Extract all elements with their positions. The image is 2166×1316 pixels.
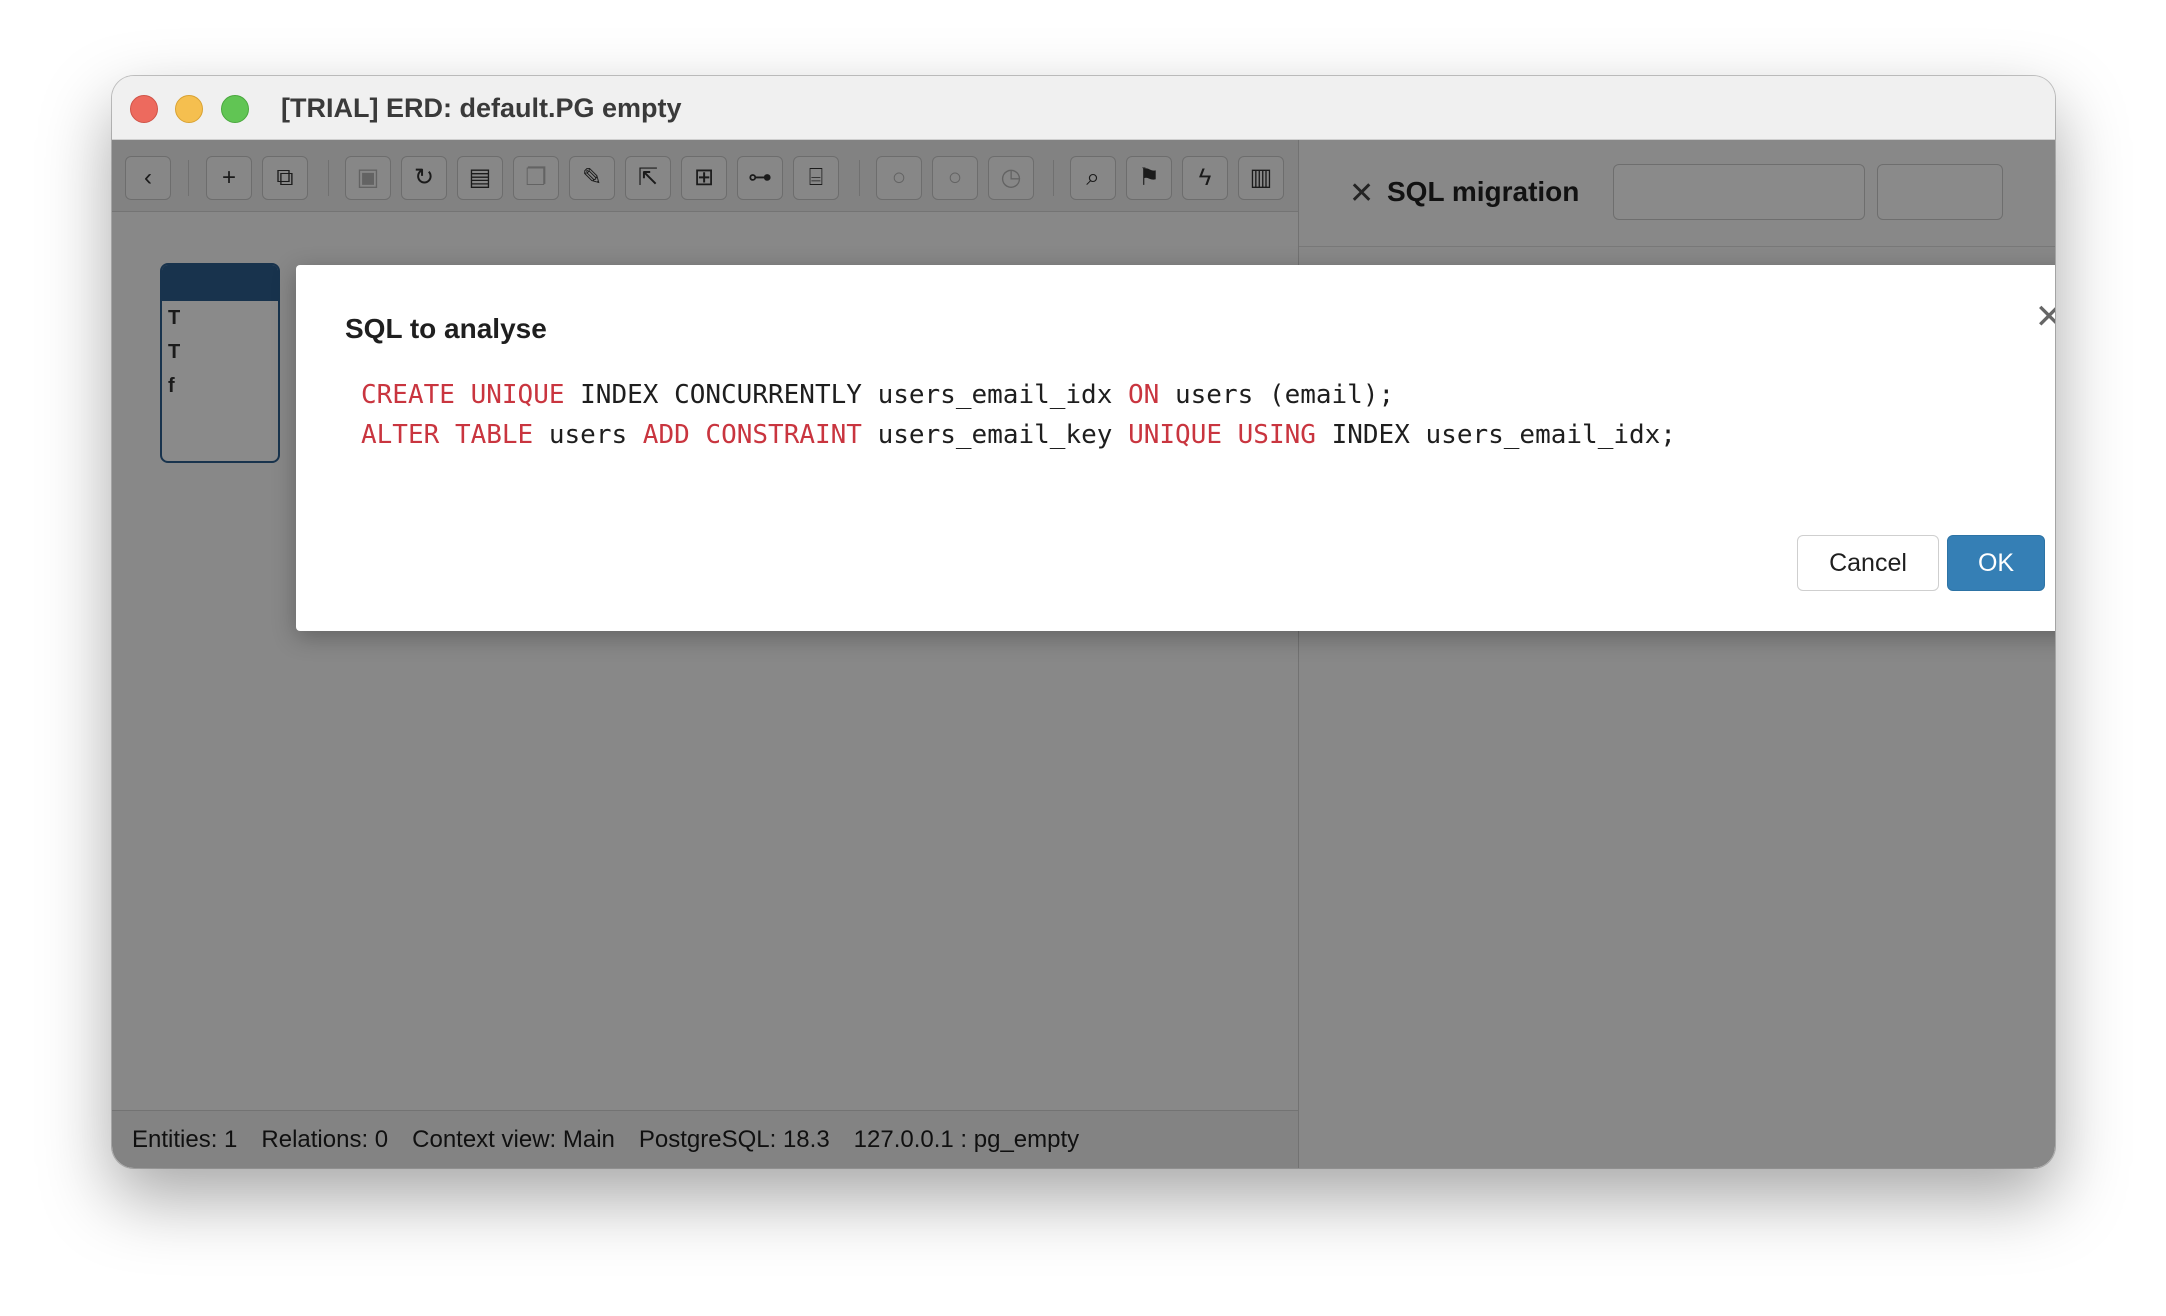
app-window: [TRIAL] ERD: default.PG empty ‹ + ⧉ ▣ ↻ ▤ ❐ ✎ ⇱ ⊞…	[112, 76, 2055, 1168]
sql-editor[interactable]: CREATE UNIQUE INDEX CONCURRENTLY users_e…	[361, 375, 1676, 455]
ok-button[interactable]: OK	[1947, 535, 2045, 591]
dialog-title: SQL to analyse	[345, 313, 547, 344]
sql-keyword: ADD	[642, 420, 690, 450]
window-maximize-button[interactable]	[221, 95, 249, 123]
sql-line: CREATE UNIQUE INDEX CONCURRENTLY users_e…	[361, 375, 1676, 415]
sql-keyword: USING	[1237, 420, 1316, 450]
sql-keyword: UNIQUE	[470, 380, 565, 410]
sql-text: users	[533, 420, 643, 450]
sql-line: ALTER TABLE users ADD CONSTRAINT users_e…	[361, 415, 1676, 455]
cancel-button[interactable]: Cancel	[1797, 535, 1939, 591]
sql-keyword: CONSTRAINT	[705, 420, 862, 450]
sql-text: INDEX users_email_idx;	[1315, 420, 1676, 450]
sql-keyword: UNIQUE	[1128, 420, 1222, 450]
sql-text: users_email_key	[861, 420, 1129, 450]
title-bar: [TRIAL] ERD: default.PG empty	[112, 76, 2055, 140]
sql-keyword: ALTER	[361, 420, 440, 450]
sql-keyword: ON	[1128, 380, 1160, 410]
window-title: [TRIAL] ERD: default.PG empty	[281, 93, 682, 123]
close-icon[interactable]: ✕	[2031, 299, 2055, 335]
sql-analyse-dialog: SQL to analyse ✕ CREATE UNIQUE INDEX CON…	[296, 265, 2055, 631]
sql-keyword: TABLE	[454, 420, 534, 450]
sql-keyword: CREATE	[361, 380, 455, 410]
window-close-button[interactable]	[130, 95, 158, 123]
window-minimize-button[interactable]	[175, 95, 203, 123]
sql-text: users (email);	[1159, 380, 1395, 410]
sql-text: INDEX CONCURRENTLY users_email_idx	[564, 380, 1129, 410]
